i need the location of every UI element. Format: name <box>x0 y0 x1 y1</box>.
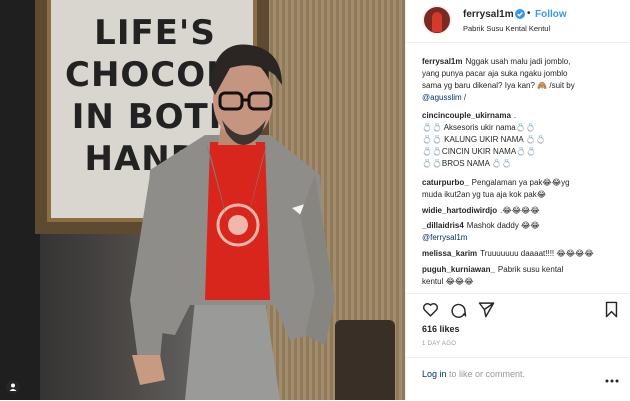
comment-username[interactable]: melissa_karim <box>422 249 477 258</box>
comment-item: caturpurbo_ Pengalaman ya pak😂😂yg muda ik… <box>422 177 622 201</box>
location-link[interactable]: Pabrik Susu Kental Kentul <box>463 24 550 33</box>
comment-item: widie_hartodiwirdjo .😂😂😂😂 <box>422 205 622 217</box>
comment-item: melissa_karim Truuuuuuu daaaat!!!! 😂😂😂😂 <box>422 248 622 260</box>
heart-icon[interactable] <box>422 301 439 318</box>
user-tag-icon[interactable] <box>6 380 20 394</box>
login-prompt-text: to like or comment. <box>446 369 526 379</box>
comment-item: _dillaidris4 Mashok daddy 😂😂 @ferrysal1m <box>422 220 622 244</box>
comments-list[interactable]: ferrysal1m Nggak usah malu jadi jomblo, y… <box>406 43 630 294</box>
follow-button[interactable]: Follow <box>535 9 567 20</box>
header-separator: • <box>527 8 531 19</box>
share-icon[interactable] <box>478 301 495 318</box>
post-photo[interactable]: LIFE'S CHOCOLAT IN BOTH HANDS <box>0 0 405 400</box>
post-time: 1 DAY AGO <box>422 341 457 347</box>
comment-text: Pabrik susu kental <box>497 265 564 274</box>
comment-footer: Log in to like or comment. <box>406 357 630 401</box>
comment-text: .😂😂😂😂 <box>500 206 540 215</box>
comment-text: Pengalaman ya pak😂😂yg <box>471 178 570 187</box>
bookmark-icon[interactable] <box>603 301 620 318</box>
comment-text: Truuuuuuu daaaat!!!! 😂😂😂😂 <box>480 249 594 258</box>
man-figure <box>130 44 335 400</box>
comment-text: sama yg baru dikenal? Iya kan? 🙈 /suit b… <box>422 81 575 90</box>
comment-item: ferrysal1m Nggak usah malu jadi jomblo, y… <box>422 56 622 104</box>
login-prompt: Log in to like or comment. <box>422 369 525 379</box>
comment-text: kentul 😂😂😂 <box>422 277 474 286</box>
comment-text: yang punya pacar aja suka ngaku jomblo <box>422 69 568 78</box>
side-panel: ferrysal1m • Follow Pabrik Susu Kental K… <box>405 0 630 400</box>
likes-count[interactable]: 616 likes <box>422 324 460 334</box>
comment-text: Mashok daddy 😂😂 <box>466 221 540 230</box>
avatar[interactable] <box>422 5 452 35</box>
login-link[interactable]: Log in <box>422 369 447 379</box>
comment-username[interactable]: ferrysal1m <box>422 57 462 66</box>
comment-text: 💍💍 KALUNG UKIR NAMA 💍💍 <box>422 135 546 144</box>
comment-text: 💍💍BROS NAMA 💍💍 <box>422 159 512 168</box>
comment-item: puguh_kurniawan_ Pabrik susu kental kentu… <box>422 264 622 288</box>
header-username[interactable]: ferrysal1m <box>463 9 514 20</box>
comment-item: cincincouple_ukirnama. 💍💍 Aksesoris ukir… <box>422 110 622 170</box>
comment-text: muda ikut2an yg tua aja kok pak😂 <box>422 190 547 199</box>
comment-username[interactable]: cincincouple_ukirnama <box>422 111 511 120</box>
comment-mention[interactable]: @agusslim / <box>422 93 466 102</box>
avatar-figure <box>432 12 442 32</box>
comment-username[interactable]: widie_hartodiwirdjo <box>422 206 497 215</box>
comment-text: 💍💍CINCIN UKIR NAMA💍💍 <box>422 147 537 156</box>
verified-badge-icon <box>515 9 525 19</box>
comment-username[interactable]: caturpurbo_ <box>422 178 469 187</box>
action-bar <box>406 296 630 326</box>
instagram-post: LIFE'S CHOCOLAT IN BOTH HANDS ferrysal1m… <box>0 0 630 400</box>
comment-username[interactable]: _dillaidris4 <box>422 221 464 230</box>
comment-username[interactable]: puguh_kurniawan_ <box>422 265 495 274</box>
comment-text: . <box>513 111 517 120</box>
comment-icon[interactable] <box>450 301 467 318</box>
comment-text: 💍💍 Aksesoris ukir nama💍💍 <box>422 123 536 132</box>
more-options-icon[interactable] <box>605 378 619 384</box>
comment-text: Nggak usah malu jadi jomblo, <box>465 57 571 66</box>
post-header: ferrysal1m • Follow Pabrik Susu Kental K… <box>406 0 630 43</box>
comment-mention[interactable]: @ferrysal1m <box>422 233 467 242</box>
